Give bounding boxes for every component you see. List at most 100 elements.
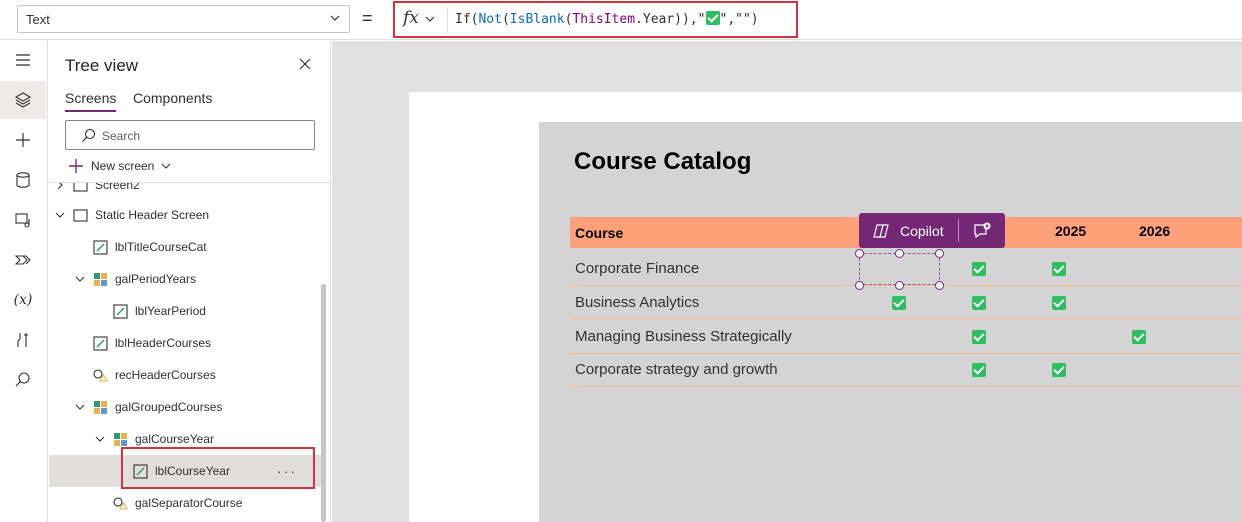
tree-scrollbar[interactable]: [321, 284, 326, 522]
tree-item-galseparatorcourse[interactable]: galSeparatorCourse: [49, 487, 324, 519]
check-icon[interactable]: [892, 296, 906, 310]
resize-handle[interactable]: [895, 249, 904, 258]
new-screen-button[interactable]: New screen: [67, 157, 172, 175]
equals-sign: =: [362, 8, 373, 28]
check-icon[interactable]: [972, 296, 986, 310]
year-label[interactable]: 2025: [1055, 223, 1086, 239]
close-icon[interactable]: [297, 56, 313, 72]
check-icon[interactable]: [972, 363, 986, 377]
year-label[interactable]: 2026: [1139, 223, 1170, 239]
search-icon: [82, 128, 96, 142]
tree-item-galgroupedcourses[interactable]: galGroupedCourses: [49, 391, 324, 423]
comment-add-icon[interactable]: [972, 221, 992, 241]
check-icon[interactable]: [972, 330, 986, 344]
resize-handle[interactable]: [855, 281, 864, 290]
formula-highlight: fx If(Not(IsBlank(ThisItem.Year))," ",""): [393, 1, 798, 38]
formula-token: .Year)),": [635, 12, 706, 27]
resize-handle[interactable]: [895, 281, 904, 290]
chevron-down-icon: [95, 436, 105, 442]
fx-separator: [447, 7, 448, 33]
media-icon[interactable]: [0, 201, 46, 239]
check-icon[interactable]: [1132, 330, 1146, 344]
resize-handle[interactable]: [935, 281, 944, 290]
check-icon[interactable]: [1052, 296, 1066, 310]
copilot-button[interactable]: Copilot: [900, 223, 944, 239]
search-icon[interactable]: [0, 361, 46, 399]
tab-components[interactable]: Components: [133, 90, 212, 110]
database-icon[interactable]: [0, 161, 46, 199]
property-value: Text: [26, 12, 50, 27]
fx-button[interactable]: fx: [403, 8, 419, 28]
chevron-down-icon[interactable]: [425, 14, 435, 24]
tree-item-label: galGroupedCourses: [115, 400, 223, 414]
chevron-down-icon: [161, 163, 171, 169]
tree-item-lblheadercourses[interactable]: lblHeaderCourses: [49, 327, 324, 359]
selected-item-highlight: [121, 447, 315, 489]
course-name[interactable]: Managing Business Strategically: [575, 328, 792, 345]
tree-item-galperiodyears[interactable]: galPeriodYears: [49, 263, 324, 295]
course-name[interactable]: Business Analytics: [575, 294, 699, 311]
tree-view-title: Tree view: [65, 56, 139, 75]
power-automate-icon[interactable]: [0, 241, 46, 279]
new-screen-label: New screen: [91, 159, 155, 173]
variables-label: (x): [13, 292, 33, 308]
tree-item-label: lblTitleCourseCat: [115, 240, 207, 254]
screen-icon: [73, 183, 88, 192]
tree-item-recheadercourses[interactable]: recHeaderCourses: [49, 359, 324, 391]
plus-icon: [69, 159, 83, 173]
resize-handle[interactable]: [855, 249, 864, 258]
tree-item-label: galPeriodYears: [115, 272, 196, 286]
formula-input[interactable]: If(Not(IsBlank(ThisItem.Year))," ",""): [455, 11, 759, 27]
copilot-toolbar: Copilot: [859, 213, 1005, 248]
formula-token: ",""): [719, 12, 759, 27]
tree-item-lbltitlecoursecat[interactable]: lblTitleCourseCat: [49, 231, 324, 263]
property-dropdown[interactable]: Text: [17, 5, 350, 33]
tree-item-label: galCourseYear: [135, 432, 214, 446]
copilot-icon[interactable]: [872, 222, 890, 240]
chevron-right-icon: [57, 183, 63, 190]
gallery-icon: [94, 400, 107, 414]
formula-token: IsBlank: [509, 12, 565, 27]
menu-icon[interactable]: [0, 41, 46, 79]
tree-item-label: recHeaderCourses: [115, 368, 216, 382]
resize-handle[interactable]: [935, 249, 944, 258]
tree-item-lblyearperiod[interactable]: lblYearPeriod: [49, 295, 324, 327]
tab-screens[interactable]: Screens: [65, 90, 117, 112]
tree-item-static-header-screen[interactable]: Static Header Screen: [49, 199, 324, 231]
formula-bar: Text = fx If(Not(IsBlank(ThisItem.Year))…: [0, 0, 1242, 40]
page-title[interactable]: Course Catalog: [574, 148, 751, 176]
divider: [958, 219, 959, 242]
chevron-down-icon: [330, 15, 340, 21]
formula-token: Not: [478, 12, 502, 27]
tree-item-label: lblHeaderCourses: [115, 336, 212, 350]
chevron-down-icon: [75, 276, 85, 282]
formula-token: (: [501, 12, 510, 27]
gallery-icon: [94, 272, 107, 286]
tree-item-label: galSeparatorCourse: [135, 496, 243, 510]
label-icon: [113, 303, 128, 319]
layers-icon[interactable]: [0, 81, 46, 119]
plus-icon[interactable]: [0, 121, 46, 159]
label-icon: [93, 239, 108, 255]
screen-icon: [73, 208, 88, 222]
variables-icon[interactable]: (x): [0, 281, 46, 319]
check-icon[interactable]: [1052, 262, 1066, 276]
shape-icon: [113, 496, 128, 510]
chevron-down-icon: [75, 404, 85, 410]
course-name[interactable]: Corporate Finance: [575, 260, 699, 277]
check-emoji-icon: [705, 11, 720, 25]
tree-item-label: Screen2: [95, 183, 140, 192]
formula-token: If(: [455, 12, 479, 27]
tree-item-label: Static Header Screen: [95, 208, 210, 222]
search-input[interactable]: Search: [65, 120, 315, 150]
label-icon: [93, 335, 108, 351]
check-icon[interactable]: [972, 262, 986, 276]
course-name[interactable]: Corporate strategy and growth: [575, 361, 778, 378]
header-course-label[interactable]: Course: [575, 225, 623, 241]
gallery-icon: [114, 432, 127, 446]
tree-item-label: lblYearPeriod: [135, 304, 206, 318]
tools-icon[interactable]: [0, 321, 46, 359]
search-placeholder: Search: [102, 129, 141, 143]
left-rail: (x): [0, 41, 48, 522]
check-icon[interactable]: [1052, 363, 1066, 377]
